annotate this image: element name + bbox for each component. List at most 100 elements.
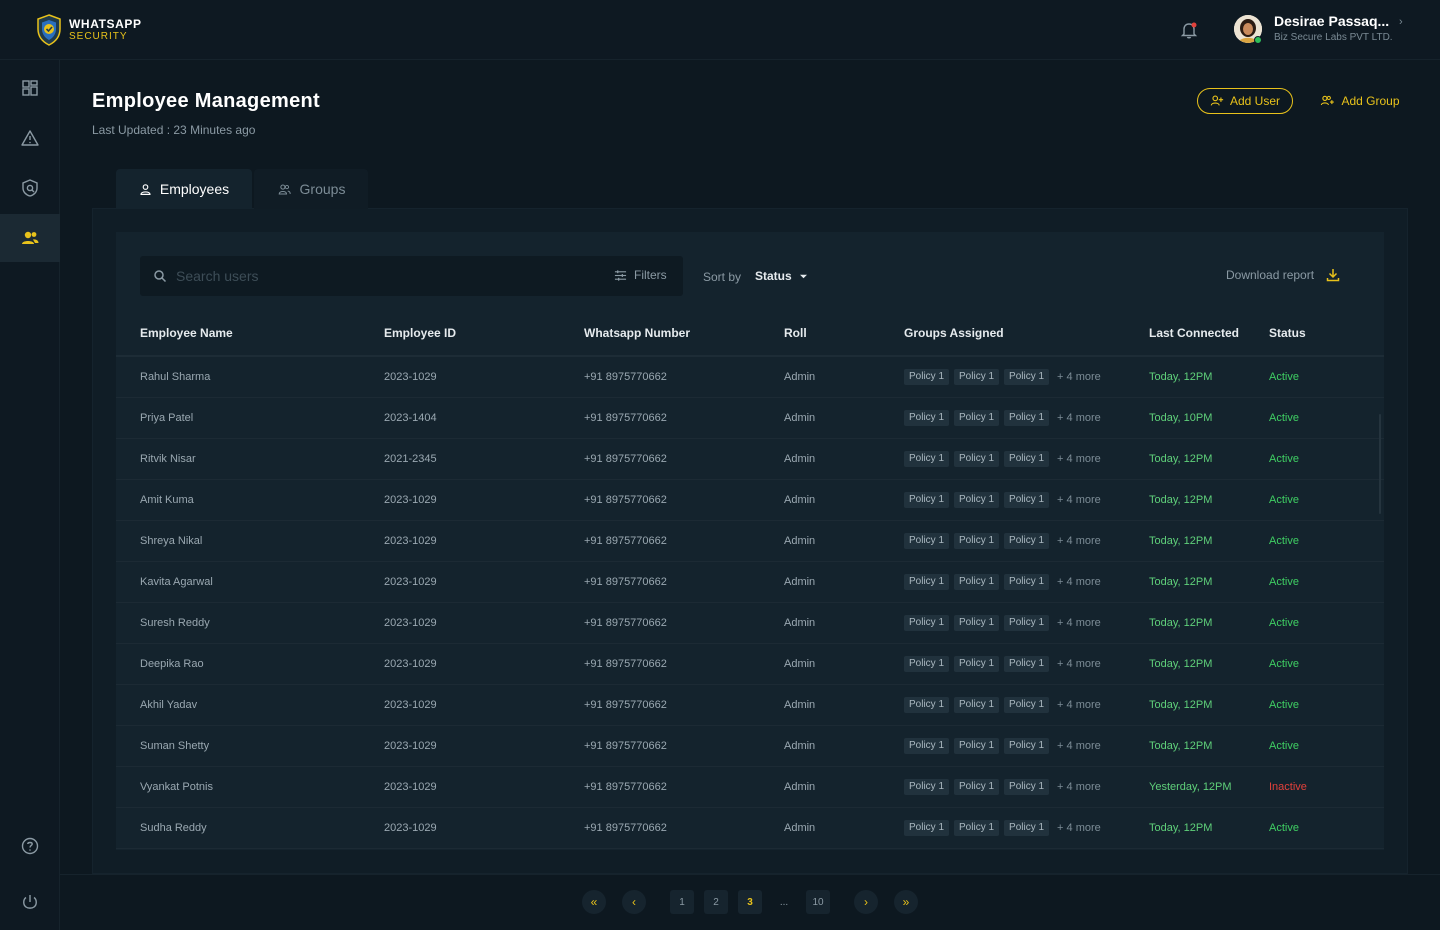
table-row[interactable]: Priya Patel 2023-1404 +91 8975770662 Admin P… (116, 398, 1384, 439)
employee-name: Rahul Sharma (140, 371, 211, 383)
table-scrollbar[interactable] (1379, 414, 1381, 514)
group-pill[interactable]: Policy 1 (904, 492, 950, 508)
more-groups-link[interactable]: + 4 more (1057, 699, 1101, 711)
download-report-button[interactable]: Download report (1226, 268, 1340, 282)
table-row[interactable]: Sudha Reddy 2023-1029 +91 8975770662 Admin P… (116, 808, 1384, 849)
search-input[interactable] (176, 263, 596, 289)
sidebar-item-help[interactable] (0, 822, 60, 870)
more-groups-link[interactable]: + 4 more (1057, 781, 1101, 793)
column-header-roll[interactable]: Roll (784, 326, 807, 340)
add-group-button[interactable]: Add Group (1316, 88, 1404, 114)
group-pill[interactable]: Policy 1 (954, 779, 1000, 795)
sidebar-item-dashboard[interactable] (0, 64, 60, 112)
sidebar-item-alerts[interactable] (0, 114, 60, 162)
group-pill[interactable]: Policy 1 (1004, 779, 1050, 795)
column-header-whatsapp-number[interactable]: Whatsapp Number (584, 326, 690, 340)
groups-assigned: Policy 1 Policy 1 Policy 1 + 4 more (904, 738, 1101, 754)
employee-role: Admin (784, 781, 816, 793)
last-page-button[interactable]: » (894, 890, 918, 914)
table-row[interactable]: Vyankat Potnis 2023-1029 +91 8975770662 Adm… (116, 767, 1384, 808)
group-pill[interactable]: Policy 1 (1004, 574, 1050, 590)
group-pill[interactable]: Policy 1 (954, 615, 1000, 631)
group-pill[interactable]: Policy 1 (904, 697, 950, 713)
more-groups-link[interactable]: + 4 more (1057, 576, 1101, 588)
more-groups-link[interactable]: + 4 more (1057, 617, 1101, 629)
add-user-button[interactable]: Add User (1197, 88, 1293, 114)
chevron-right-icon[interactable]: › (1399, 16, 1403, 28)
tab-groups[interactable]: Groups (254, 169, 368, 209)
first-page-button[interactable]: « (582, 890, 606, 914)
group-pill[interactable]: Policy 1 (1004, 451, 1050, 467)
group-pill[interactable]: Policy 1 (954, 451, 1000, 467)
table-row[interactable]: Akhil Yadav 2023-1029 +91 8975770662 Admin P… (116, 685, 1384, 726)
whatsapp-security-logo-icon[interactable] (36, 14, 62, 46)
group-pill[interactable]: Policy 1 (954, 369, 1000, 385)
group-pill[interactable]: Policy 1 (1004, 410, 1050, 426)
employee-role: Admin (784, 576, 816, 588)
group-pill[interactable]: Policy 1 (904, 615, 950, 631)
help-icon (21, 837, 39, 855)
group-pill[interactable]: Policy 1 (904, 410, 950, 426)
filters-button[interactable]: Filters (614, 268, 667, 282)
group-pill[interactable]: Policy 1 (954, 656, 1000, 672)
group-pill[interactable]: Policy 1 (1004, 369, 1050, 385)
group-pill[interactable]: Policy 1 (1004, 738, 1050, 754)
group-pill[interactable]: Policy 1 (1004, 533, 1050, 549)
group-pill[interactable]: Policy 1 (904, 533, 950, 549)
more-groups-link[interactable]: + 4 more (1057, 371, 1101, 383)
group-pill[interactable]: Policy 1 (904, 820, 950, 836)
more-groups-link[interactable]: + 4 more (1057, 658, 1101, 670)
group-pill[interactable]: Policy 1 (954, 410, 1000, 426)
sidebar-item-logout[interactable] (0, 878, 60, 926)
prev-page-button[interactable]: ‹ (622, 890, 646, 914)
table-row[interactable]: Kavita Agarwal 2023-1029 +91 8975770662 Adm… (116, 562, 1384, 603)
page-button-10[interactable]: 10 (806, 890, 830, 914)
page-button-3-current[interactable]: 3 (738, 890, 762, 914)
group-pill[interactable]: Policy 1 (1004, 656, 1050, 672)
group-pill[interactable]: Policy 1 (904, 779, 950, 795)
column-header-employee-name[interactable]: Employee Name (140, 326, 233, 340)
sidebar-item-users[interactable] (0, 214, 60, 262)
column-header-status[interactable]: Status (1269, 326, 1306, 340)
next-page-button[interactable]: › (854, 890, 878, 914)
tab-employees[interactable]: Employees (116, 169, 252, 209)
sort-by-dropdown[interactable]: Status (755, 269, 807, 283)
more-groups-link[interactable]: + 4 more (1057, 412, 1101, 424)
group-pill[interactable]: Policy 1 (904, 451, 950, 467)
status-badge: Active (1269, 699, 1299, 711)
table-row[interactable]: Shreya Nikal 2023-1029 +91 8975770662 Admin… (116, 521, 1384, 562)
table-row[interactable]: Ritvik Nisar 2021-2345 +91 8975770662 Admin… (116, 439, 1384, 480)
table-row[interactable]: Rahul Sharma 2023-1029 +91 8975770662 Admin… (116, 357, 1384, 398)
group-pill[interactable]: Policy 1 (954, 697, 1000, 713)
page-button-2[interactable]: 2 (704, 890, 728, 914)
column-header-groups-assigned[interactable]: Groups Assigned (904, 326, 1004, 340)
group-pill[interactable]: Policy 1 (954, 492, 1000, 508)
more-groups-link[interactable]: + 4 more (1057, 822, 1101, 834)
group-pill[interactable]: Policy 1 (1004, 820, 1050, 836)
group-pill[interactable]: Policy 1 (904, 574, 950, 590)
sidebar-item-security[interactable] (0, 164, 60, 212)
more-groups-link[interactable]: + 4 more (1057, 494, 1101, 506)
group-pill[interactable]: Policy 1 (904, 369, 950, 385)
sort-by-value: Status (755, 269, 792, 283)
notification-bell-icon[interactable] (1179, 20, 1199, 40)
group-pill[interactable]: Policy 1 (1004, 615, 1050, 631)
column-header-last-connected[interactable]: Last Connected (1149, 326, 1239, 340)
group-pill[interactable]: Policy 1 (904, 738, 950, 754)
group-pill[interactable]: Policy 1 (954, 533, 1000, 549)
more-groups-link[interactable]: + 4 more (1057, 740, 1101, 752)
table-row[interactable]: Suman Shetty 2023-1029 +91 8975770662 Admin… (116, 726, 1384, 767)
group-pill[interactable]: Policy 1 (954, 574, 1000, 590)
table-row[interactable]: Deepika Rao 2023-1029 +91 8975770662 Admin P… (116, 644, 1384, 685)
group-pill[interactable]: Policy 1 (1004, 492, 1050, 508)
column-header-employee-id[interactable]: Employee ID (384, 326, 456, 340)
table-row[interactable]: Amit Kuma 2023-1029 +91 8975770662 Admin Pol… (116, 480, 1384, 521)
more-groups-link[interactable]: + 4 more (1057, 453, 1101, 465)
page-button-1[interactable]: 1 (670, 890, 694, 914)
group-pill[interactable]: Policy 1 (904, 656, 950, 672)
group-pill[interactable]: Policy 1 (1004, 697, 1050, 713)
more-groups-link[interactable]: + 4 more (1057, 535, 1101, 547)
group-pill[interactable]: Policy 1 (954, 820, 1000, 836)
table-row[interactable]: Suresh Reddy 2023-1029 +91 8975770662 Admin… (116, 603, 1384, 644)
group-pill[interactable]: Policy 1 (954, 738, 1000, 754)
